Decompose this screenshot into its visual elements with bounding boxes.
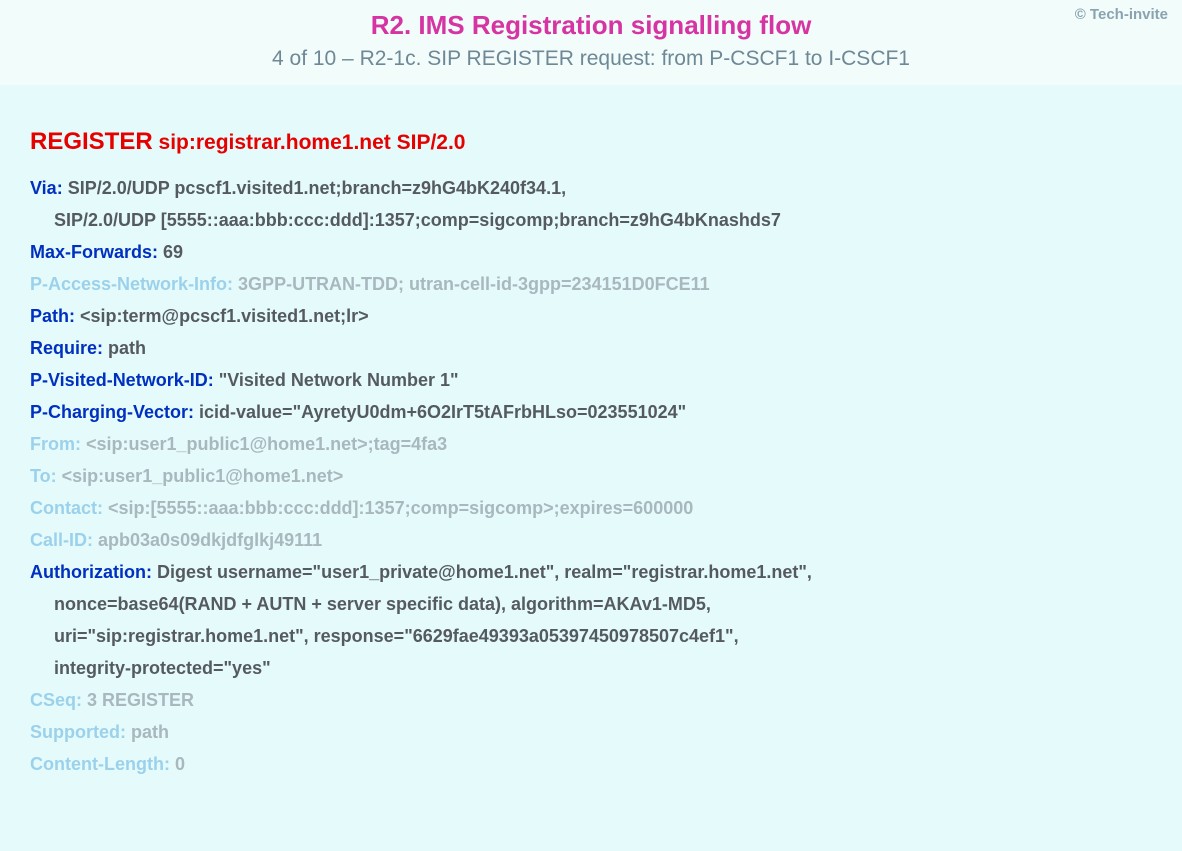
max-forwards-value: 69 — [163, 242, 183, 262]
via-label: Via — [30, 178, 57, 198]
auth-label: Authorization — [30, 562, 146, 582]
max-forwards-label: Max-Forwards — [30, 242, 152, 262]
pcv-value: icid-value="AyretyU0dm+6O2IrT5tAFrbHLso=… — [199, 402, 686, 422]
copyright-label: © Tech-invite — [1075, 6, 1168, 23]
require-value: path — [108, 338, 146, 358]
callid-value: apb03a0s09dkjdfglkj49111 — [98, 530, 322, 550]
sip-request-uri: sip:registrar.home1.net SIP/2.0 — [159, 131, 466, 154]
pcv-label: P-Charging-Vector — [30, 402, 188, 422]
header-authorization-line4: integrity-protected="yes" — [30, 652, 1152, 684]
header-p-charging-vector: P-Charging-Vector: icid-value="AyretyU0d… — [30, 396, 1152, 428]
cseq-label: CSeq — [30, 690, 76, 710]
path-value: <sip:term@pcscf1.visited1.net;lr> — [80, 306, 369, 326]
contact-label: Contact — [30, 498, 97, 518]
header-to: To: <sip:user1_public1@home1.net> — [30, 460, 1152, 492]
header-call-id: Call-ID: apb03a0s09dkjdfglkj49111 — [30, 524, 1152, 556]
pani-label: P-Access-Network-Info — [30, 274, 227, 294]
supported-value: path — [131, 722, 169, 742]
auth-value-1: Digest username="user1_private@home1.net… — [157, 562, 812, 582]
header-p-access-network-info: P-Access-Network-Info: 3GPP-UTRAN-TDD; u… — [30, 268, 1152, 300]
contact-value: <sip:[5555::aaa:bbb:ccc:ddd]:1357;comp=s… — [108, 498, 693, 518]
pani-value: 3GPP-UTRAN-TDD; utran-cell-id-3gpp=23415… — [238, 274, 710, 294]
header-from: From: <sip:user1_public1@home1.net>;tag=… — [30, 428, 1152, 460]
pvni-value: "Visited Network Number 1" — [219, 370, 459, 390]
page-title: R2. IMS Registration signalling flow — [0, 10, 1182, 41]
sip-method: REGISTER — [30, 128, 153, 155]
header-authorization-line1: Authorization: Digest username="user1_pr… — [30, 556, 1152, 588]
header-max-forwards: Max-Forwards: 69 — [30, 236, 1152, 268]
request-line: REGISTER sip:registrar.home1.net SIP/2.0 — [30, 121, 1152, 164]
from-label: From — [30, 434, 75, 454]
header-block: © Tech-invite R2. IMS Registration signa… — [0, 0, 1182, 85]
document-page: © Tech-invite R2. IMS Registration signa… — [0, 0, 1182, 851]
to-value: <sip:user1_public1@home1.net> — [62, 466, 344, 486]
require-label: Require — [30, 338, 97, 358]
header-via-line1: Via: SIP/2.0/UDP pcscf1.visited1.net;bra… — [30, 172, 1152, 204]
supported-label: Supported — [30, 722, 120, 742]
from-value: <sip:user1_public1@home1.net>;tag=4fa3 — [86, 434, 447, 454]
header-content-length: Content-Length: 0 — [30, 748, 1152, 780]
header-cseq: CSeq: 3 REGISTER — [30, 684, 1152, 716]
via-value-1: SIP/2.0/UDP pcscf1.visited1.net;branch=z… — [68, 178, 566, 198]
header-p-visited-network-id: P-Visited-Network-ID: "Visited Network N… — [30, 364, 1152, 396]
header-supported: Supported: path — [30, 716, 1152, 748]
header-require: Require: path — [30, 332, 1152, 364]
header-path: Path: <sip:term@pcscf1.visited1.net;lr> — [30, 300, 1152, 332]
content-length-label: Content-Length — [30, 754, 164, 774]
header-authorization-line2: nonce=base64(RAND + AUTN + server specif… — [30, 588, 1152, 620]
path-label: Path — [30, 306, 69, 326]
cseq-value: 3 REGISTER — [87, 690, 194, 710]
pvni-label: P-Visited-Network-ID — [30, 370, 208, 390]
header-authorization-line3: uri="sip:registrar.home1.net", response=… — [30, 620, 1152, 652]
header-contact: Contact: <sip:[5555::aaa:bbb:ccc:ddd]:13… — [30, 492, 1152, 524]
header-via-line2: SIP/2.0/UDP [5555::aaa:bbb:ccc:ddd]:1357… — [30, 204, 1152, 236]
content-length-value: 0 — [175, 754, 185, 774]
callid-label: Call-ID — [30, 530, 87, 550]
page-subtitle: 4 of 10 – R2-1c. SIP REGISTER request: f… — [0, 47, 1182, 71]
to-label: To — [30, 466, 51, 486]
sip-message-body: REGISTER sip:registrar.home1.net SIP/2.0… — [0, 85, 1182, 800]
